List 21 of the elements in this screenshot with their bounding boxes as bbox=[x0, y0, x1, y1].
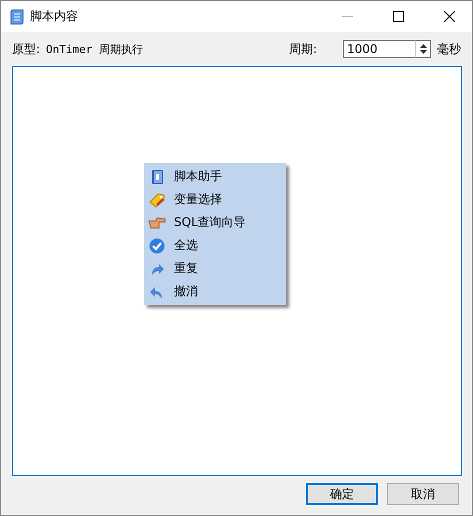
spin-arrows-icon[interactable] bbox=[415, 40, 431, 58]
period-label: 周期: bbox=[288, 40, 317, 58]
menu-item[interactable]: 重复 bbox=[144, 257, 286, 280]
prototype-value: OnTimer 周期执行 bbox=[46, 42, 144, 56]
menu-item[interactable]: 撤消 bbox=[144, 280, 286, 303]
prototype-label: 原型: bbox=[12, 40, 40, 58]
menu-item[interactable]: SQL查询向导 bbox=[144, 211, 286, 234]
checkmark-circle-icon bbox=[149, 238, 165, 254]
cancel-button[interactable]: 取消 bbox=[387, 483, 459, 505]
menu-item[interactable]: 全选 bbox=[144, 234, 286, 257]
window-title: 脚本内容 bbox=[30, 8, 79, 25]
ok-button[interactable]: 确定 bbox=[306, 483, 378, 505]
maximize-icon[interactable] bbox=[393, 11, 404, 22]
tag-icon bbox=[148, 192, 166, 208]
menu-item[interactable]: 变量选择 bbox=[144, 188, 286, 211]
script-editor[interactable]: 脚本助手 变量选择 SQL查询向导 全选 重复 撤消 bbox=[12, 66, 462, 476]
menu-item[interactable]: 脚本助手 bbox=[144, 165, 286, 188]
period-field[interactable]: 1000 bbox=[343, 40, 415, 58]
close-icon[interactable] bbox=[444, 11, 455, 22]
unit-label: 毫秒 bbox=[437, 40, 461, 58]
book-icon bbox=[150, 168, 164, 184]
